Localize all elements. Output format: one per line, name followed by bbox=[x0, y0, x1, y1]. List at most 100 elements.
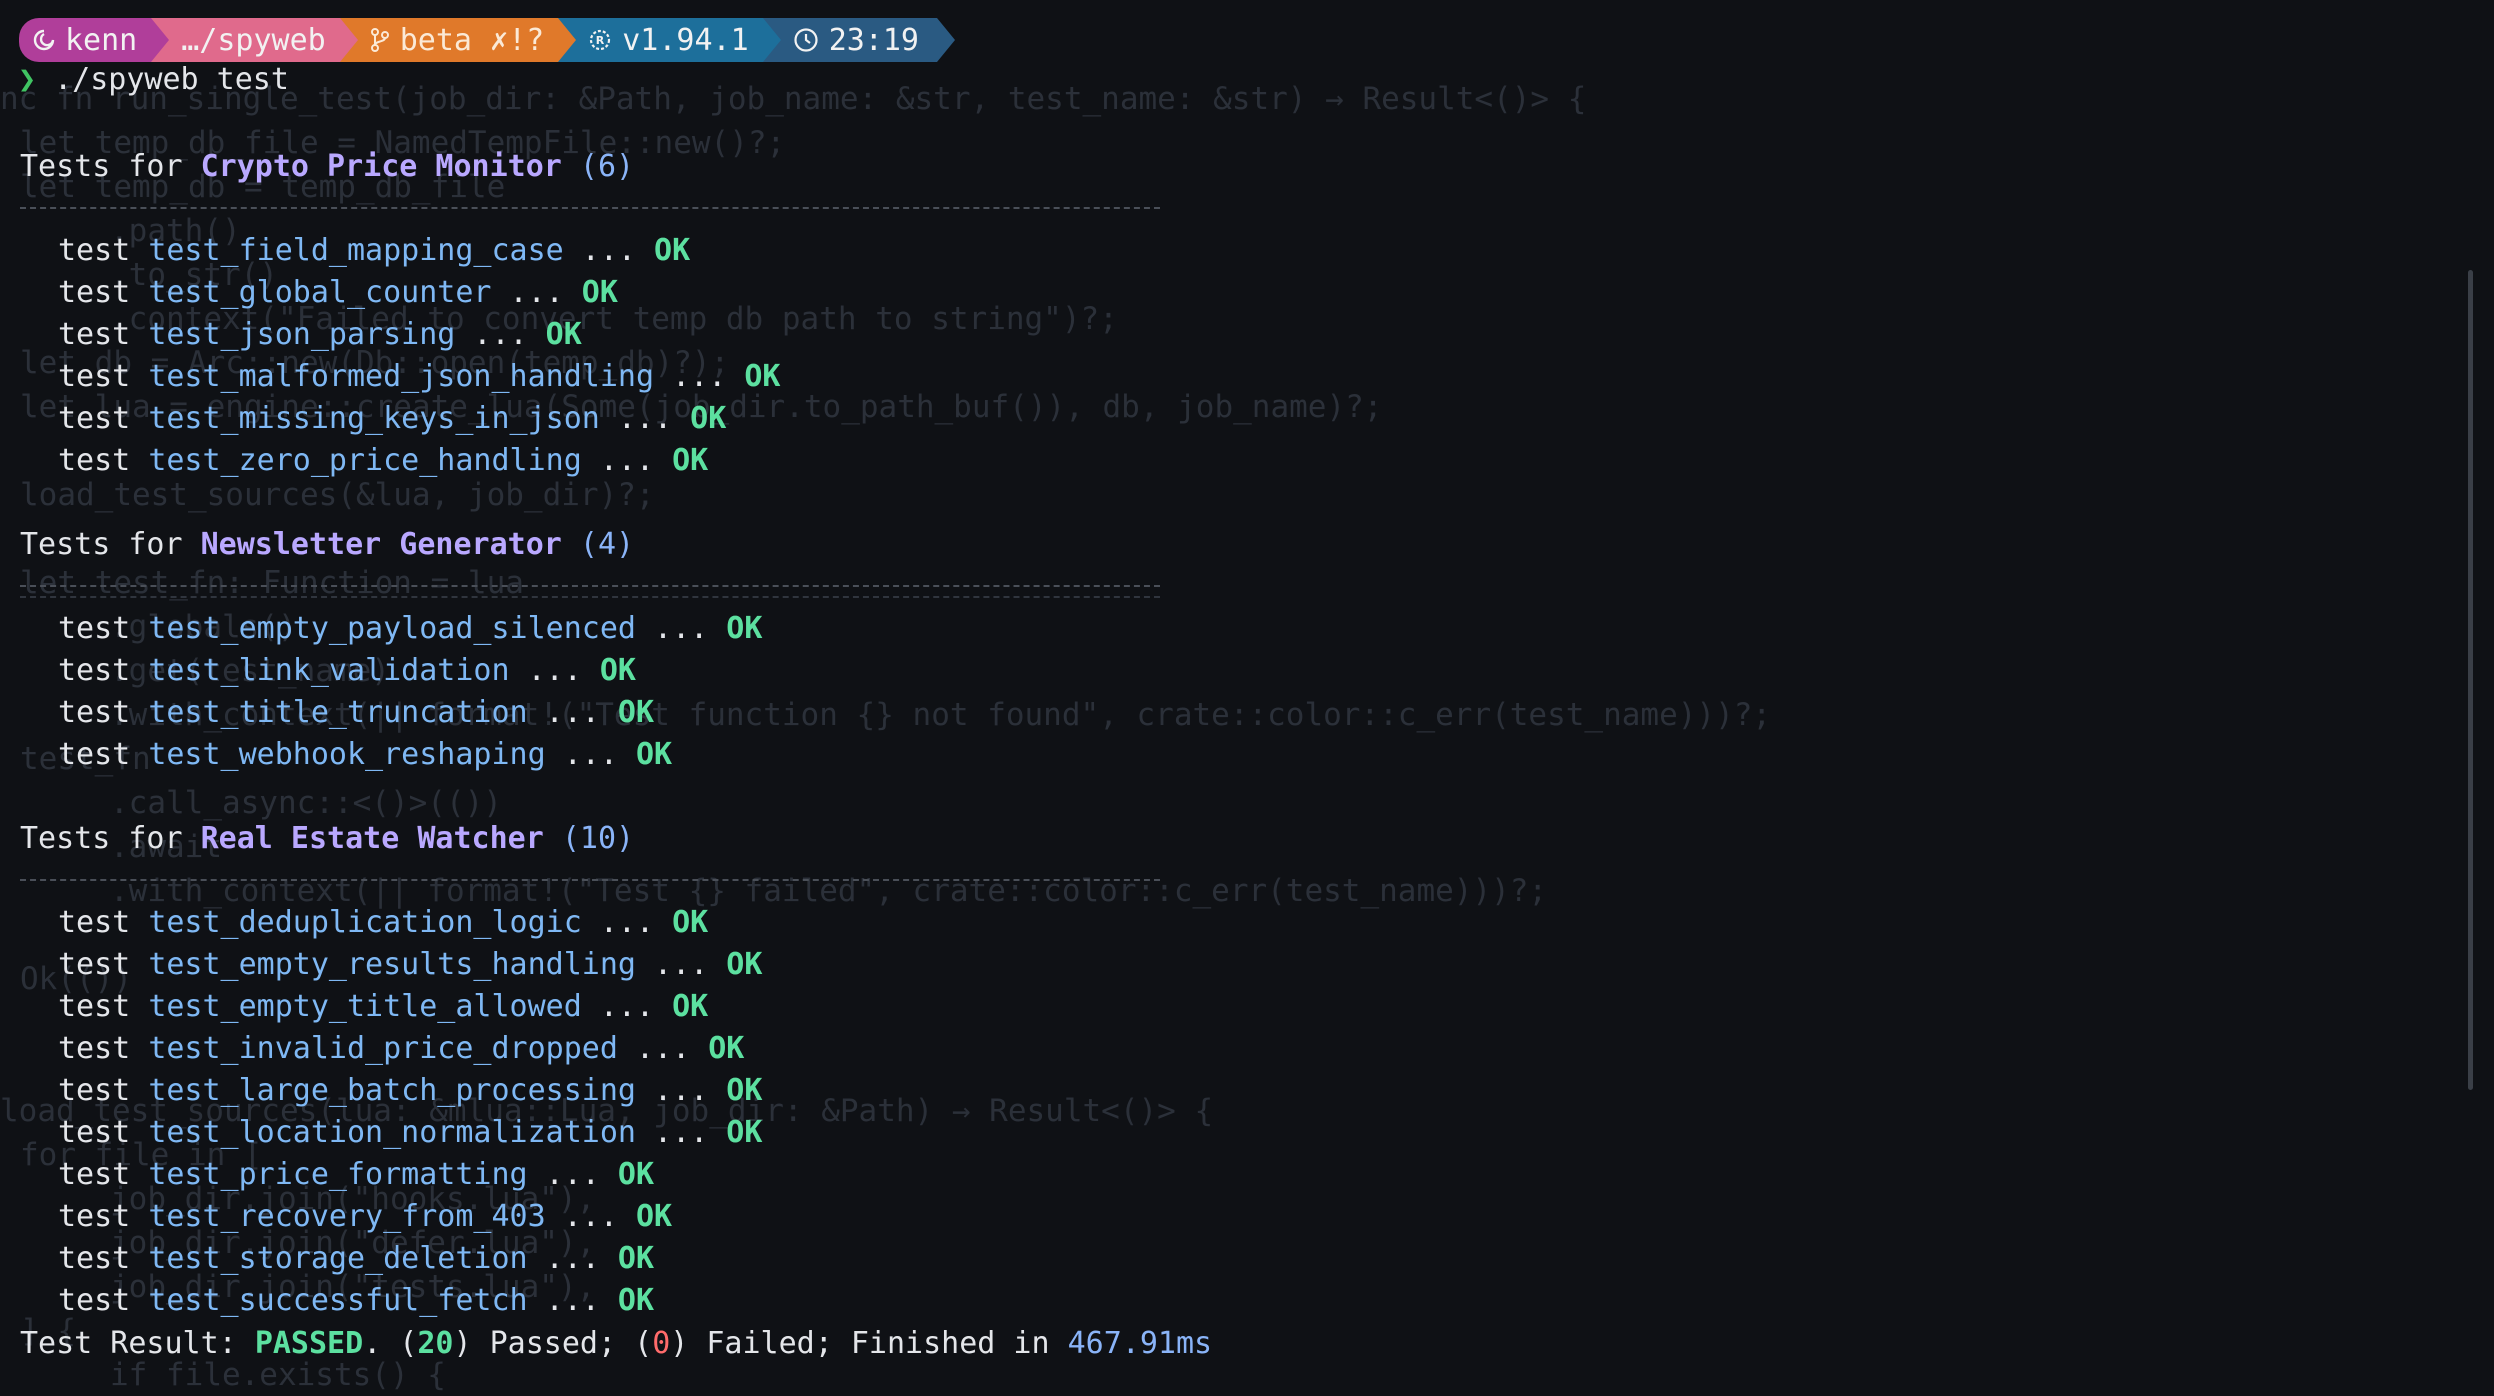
prompt-git-segment: beta ✗!? bbox=[339, 18, 577, 62]
test-name: test_empty_title_allowed bbox=[148, 989, 582, 1024]
suite-header-prefix: Tests for bbox=[20, 527, 201, 562]
passed-text: ) Passed; ( bbox=[453, 1326, 653, 1361]
test-ellipsis: ... bbox=[654, 359, 745, 394]
test-row: test test_empty_results_handling ... OK bbox=[58, 944, 762, 986]
test-name: test_successful_fetch bbox=[148, 1283, 528, 1318]
prompt-user: kenn bbox=[65, 22, 138, 58]
test-keyword: test bbox=[58, 275, 149, 310]
test-row: test test_zero_price_handling ... OK bbox=[58, 440, 708, 482]
terminal-window[interactable]: nc fn run_single_test(job_dir: &Path, jo… bbox=[0, 0, 2494, 1393]
test-ellipsis: ... bbox=[455, 317, 546, 352]
test-keyword: test bbox=[58, 1073, 149, 1108]
test-status: OK bbox=[708, 1031, 745, 1066]
suite-count: (10) bbox=[561, 821, 635, 856]
prompt-version-segment: R v1.94.1 bbox=[558, 18, 781, 62]
failed-count: 0 bbox=[652, 1326, 671, 1361]
test-name: test_storage_deletion bbox=[148, 1241, 528, 1276]
suite-header: Tests for Crypto Price Monitor (6) bbox=[20, 146, 634, 188]
test-status: OK bbox=[599, 653, 636, 688]
test-keyword: test bbox=[58, 1031, 149, 1066]
test-result-line: Test Result: PASSED. (20) Passed; (0) Fa… bbox=[20, 1326, 1213, 1361]
test-row: test test_storage_deletion ... OK bbox=[58, 1238, 654, 1280]
test-name: test_location_normalization bbox=[148, 1115, 636, 1150]
test-ellipsis: ... bbox=[635, 1115, 727, 1150]
test-status: OK bbox=[545, 317, 582, 352]
suite-header-prefix: Tests for bbox=[20, 821, 201, 856]
test-row: test test_missing_keys_in_json ... OK bbox=[58, 398, 726, 440]
suite-name: Crypto Price Monitor bbox=[200, 149, 562, 184]
test-ellipsis: ... bbox=[545, 737, 636, 772]
test-ellipsis: ... bbox=[635, 611, 727, 646]
suite-name: Real Estate Watcher bbox=[200, 821, 544, 856]
prompt-bar: kenn …/spyweb beta ✗!? R v1.94.1 23:19 bbox=[19, 18, 955, 62]
background-rule bbox=[20, 596, 1160, 598]
test-name: test_global_counter bbox=[148, 275, 492, 310]
test-ellipsis: ... bbox=[545, 1199, 636, 1234]
test-status: OK bbox=[617, 1283, 655, 1318]
test-ellipsis: ... bbox=[635, 947, 727, 982]
test-keyword: test bbox=[58, 989, 149, 1024]
test-name: test_empty_results_handling bbox=[148, 947, 636, 982]
git-branch-icon bbox=[370, 27, 390, 53]
test-row: test test_recovery_from_403 ... OK bbox=[58, 1196, 672, 1238]
test-ellipsis: ... bbox=[599, 401, 691, 436]
test-keyword: test bbox=[58, 233, 149, 268]
prompt-time-segment: 23:19 bbox=[762, 18, 955, 62]
test-ellipsis: ... bbox=[581, 443, 673, 478]
test-status: OK bbox=[726, 1115, 763, 1150]
suite-divider bbox=[20, 207, 1160, 209]
test-ellipsis: ... bbox=[581, 905, 673, 940]
test-keyword: test bbox=[58, 653, 149, 688]
test-keyword: test bbox=[58, 947, 149, 982]
test-ellipsis: ... bbox=[527, 1157, 618, 1192]
test-row: test test_invalid_price_dropped ... OK bbox=[58, 1028, 744, 1070]
test-status: OK bbox=[726, 611, 763, 646]
prompt-branch: beta bbox=[399, 22, 472, 58]
test-ellipsis: ... bbox=[563, 233, 655, 268]
test-ellipsis: ... bbox=[581, 989, 673, 1024]
test-keyword: test bbox=[58, 737, 149, 772]
test-name: test_invalid_price_dropped bbox=[148, 1031, 618, 1066]
prompt-user-segment: kenn bbox=[19, 18, 170, 62]
test-ellipsis: ... bbox=[617, 1031, 709, 1066]
test-keyword: test bbox=[58, 695, 149, 730]
test-status: OK bbox=[617, 1241, 655, 1276]
test-ellipsis: ... bbox=[527, 1283, 618, 1318]
test-name: test_malformed_json_handling bbox=[148, 359, 655, 394]
test-name: test_webhook_reshaping bbox=[148, 737, 546, 772]
test-keyword: test bbox=[58, 1283, 149, 1318]
test-keyword: test bbox=[58, 1199, 149, 1234]
command-text: ./spyweb test bbox=[54, 62, 289, 97]
test-row: test test_link_validation ... OK bbox=[58, 650, 636, 692]
prompt-time: 23:19 bbox=[828, 22, 919, 58]
test-status: OK bbox=[672, 443, 709, 478]
test-ellipsis: ... bbox=[635, 1073, 727, 1108]
test-name: test_link_validation bbox=[148, 653, 510, 688]
test-keyword: test bbox=[58, 401, 149, 436]
suite-header: Tests for Newsletter Generator (4) bbox=[20, 524, 634, 566]
test-ellipsis: ... bbox=[527, 1241, 618, 1276]
scrollbar[interactable] bbox=[2468, 270, 2473, 1090]
test-status: OK bbox=[726, 947, 763, 982]
test-name: test_title_truncation bbox=[148, 695, 528, 730]
test-keyword: test bbox=[58, 1241, 149, 1276]
test-keyword: test bbox=[58, 359, 149, 394]
test-keyword: test bbox=[58, 611, 149, 646]
test-row: test test_deduplication_logic ... OK bbox=[58, 902, 708, 944]
prompt-git-status: ✗!? bbox=[490, 22, 545, 58]
test-row: test test_global_counter ... OK bbox=[58, 272, 618, 314]
suite-header: Tests for Real Estate Watcher (10) bbox=[20, 818, 634, 860]
test-row: test test_webhook_reshaping ... OK bbox=[58, 734, 672, 776]
passed-count: 20 bbox=[417, 1326, 454, 1361]
os-logo-icon bbox=[33, 29, 55, 51]
test-row: test test_empty_title_allowed ... OK bbox=[58, 986, 708, 1028]
suite-header-prefix: Tests for bbox=[20, 149, 201, 184]
test-row: test test_large_batch_processing ... OK bbox=[58, 1070, 762, 1112]
prompt-version: v1.94.1 bbox=[622, 22, 749, 58]
test-row: test test_json_parsing ... OK bbox=[58, 314, 582, 356]
suite-divider bbox=[20, 879, 1160, 881]
failed-text: ) Failed; Finished in bbox=[670, 1326, 1068, 1361]
clock-icon bbox=[793, 27, 819, 53]
test-status: OK bbox=[617, 695, 655, 730]
suite-count: (4) bbox=[579, 527, 635, 562]
